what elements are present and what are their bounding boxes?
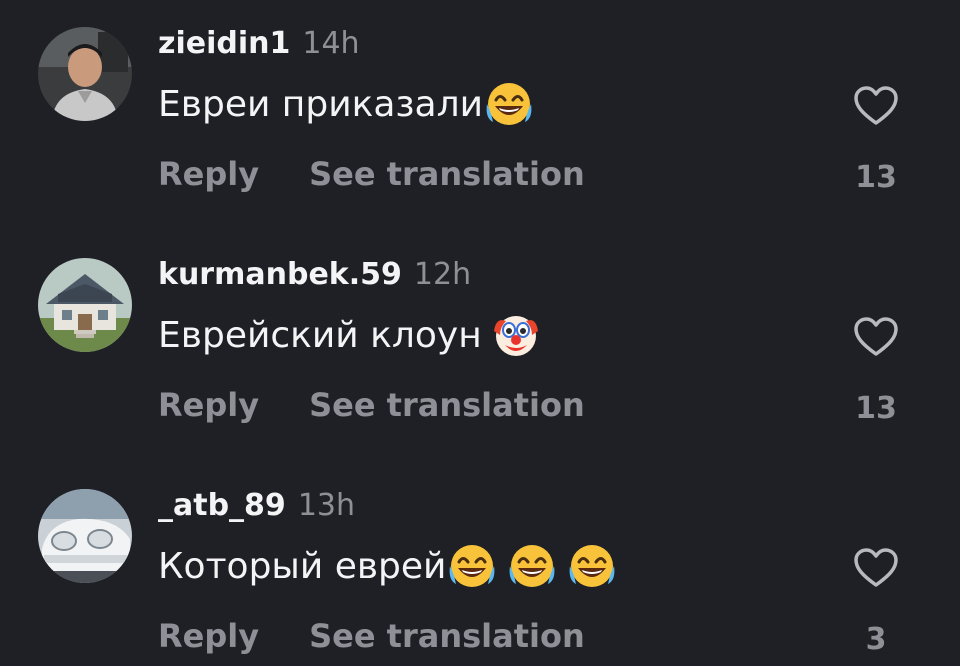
white-car-avatar-image xyxy=(38,489,132,583)
comment-item: _atb_89 13h Который еврей Reply See tran… xyxy=(0,462,960,666)
clown-face-icon xyxy=(490,309,542,361)
like-count: 13 xyxy=(855,391,897,426)
comment-body: Еврейский клоун xyxy=(158,314,482,356)
comment-actions: Reply See translation xyxy=(158,612,585,660)
timestamp: 12h xyxy=(413,257,472,292)
timestamp: 13h xyxy=(297,488,355,523)
heart-icon[interactable] xyxy=(852,544,900,592)
comment-text: Еврейский клоун xyxy=(158,309,542,361)
comment-item: zieidin1 14h Евреи приказали Reply See t… xyxy=(0,0,960,210)
comment-text: Евреи приказали xyxy=(158,78,535,130)
face-with-tears-of-joy-icon xyxy=(446,540,498,592)
timestamp: 14h xyxy=(302,26,360,61)
face-with-tears-of-joy-icon xyxy=(566,540,618,592)
like-section: 3 xyxy=(840,544,912,660)
username[interactable]: zieidin1 xyxy=(158,26,290,61)
face-with-tears-of-joy-icon xyxy=(506,540,558,592)
see-translation-button[interactable]: See translation xyxy=(309,155,585,193)
reply-button[interactable]: Reply xyxy=(158,155,259,193)
comment-header: zieidin1 14h xyxy=(158,26,360,68)
heart-icon[interactable] xyxy=(852,82,900,130)
like-section: 13 xyxy=(840,313,912,429)
reply-button[interactable]: Reply xyxy=(158,617,259,655)
like-count: 13 xyxy=(855,160,897,195)
comment-header: kurmanbek.59 12h xyxy=(158,257,471,299)
comment-actions: Reply See translation xyxy=(158,381,585,429)
house-avatar-image xyxy=(38,258,132,352)
like-section: 13 xyxy=(840,82,912,198)
comment-body: Который еврей xyxy=(158,545,447,587)
avatar[interactable] xyxy=(38,258,132,352)
see-translation-button[interactable]: See translation xyxy=(309,386,585,424)
username[interactable]: kurmanbek.59 xyxy=(158,257,402,292)
comment-body: Евреи приказали xyxy=(158,83,484,125)
like-count: 3 xyxy=(865,622,887,657)
see-translation-button[interactable]: See translation xyxy=(309,617,585,655)
heart-icon[interactable] xyxy=(852,313,900,361)
comment-text: Который еврей xyxy=(158,540,618,592)
comment-list: zieidin1 14h Евреи приказали Reply See t… xyxy=(0,0,960,666)
username[interactable]: _atb_89 xyxy=(158,488,286,523)
comment-item: kurmanbek.59 12h Еврейский клоун Reply S… xyxy=(0,231,960,441)
avatar[interactable] xyxy=(38,489,132,583)
comment-header: _atb_89 13h xyxy=(158,488,355,530)
man-in-car-avatar-image xyxy=(38,27,132,121)
avatar[interactable] xyxy=(38,27,132,121)
comment-actions: Reply See translation xyxy=(158,150,585,198)
face-with-tears-of-joy-icon xyxy=(483,78,535,130)
reply-button[interactable]: Reply xyxy=(158,386,259,424)
